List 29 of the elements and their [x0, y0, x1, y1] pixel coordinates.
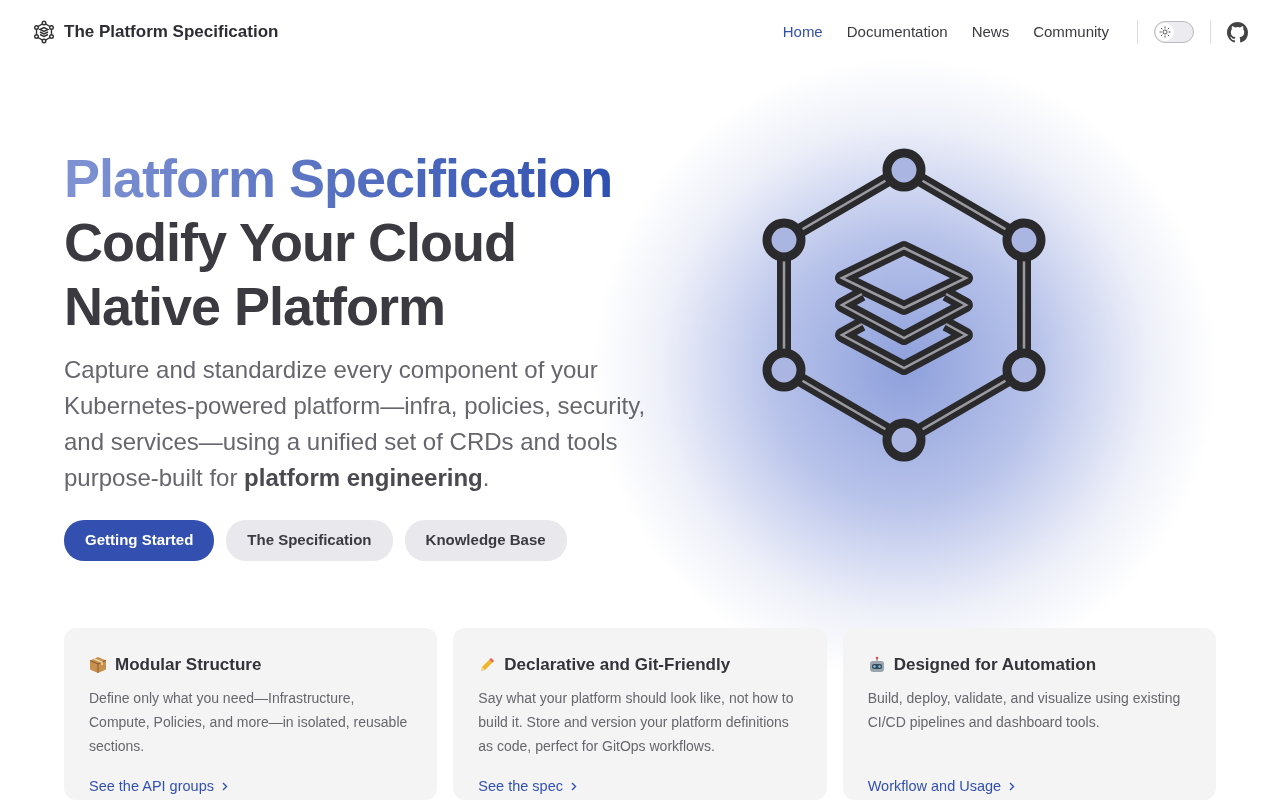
hero-description: Capture and standardize every component of your Kubernetes-powered platform—infra, policies, security, and services—using a unified set of CRDs and tools purpose-built for platform engineering. — [64, 355, 647, 493]
card-text: Define only what you need—Infrastructure, Compute, Policies, and more—in isolated, reusable sections. — [89, 688, 409, 756]
secondary-button[interactable]: Knowledge Base — [404, 520, 567, 561]
nav-link[interactable]: News — [959, 20, 1022, 44]
nav-link[interactable]: Documentation — [834, 20, 960, 44]
sun-icon — [1159, 26, 1171, 38]
card-title: Declarative and Git-Friendly — [504, 654, 731, 676]
card-link[interactable]: Workflow and Usage — [867, 778, 1002, 794]
chevron-icon — [1009, 782, 1016, 791]
theme-toggle[interactable] — [1154, 21, 1194, 43]
chevron-icon — [221, 782, 228, 791]
box-icon — [89, 655, 107, 674]
chevron-icon — [571, 782, 577, 791]
hero-title: Codify Your Cloud Native Platform — [64, 211, 517, 338]
card-text: Build, deploy, validate, and visualize using existing CI/CD pipelines and dashboard tools. — [867, 688, 1182, 732]
nav-link[interactable]: Home — [770, 20, 835, 44]
pencil-icon — [478, 655, 497, 674]
card-link[interactable]: See the API groups — [89, 778, 214, 794]
cat-icon[interactable] — [1227, 21, 1248, 43]
card-link[interactable]: See the spec — [478, 778, 563, 794]
card-text: Say what your platform should look like, not how to build it. Store and version your platform definitions as code, perfect for GitOps workflows. — [478, 688, 795, 756]
card-title: Modular Structure — [115, 654, 262, 676]
primary-button[interactable]: Getting Started — [64, 520, 215, 561]
card-title: Designed for Automation — [893, 654, 1097, 676]
nav-link[interactable]: Community — [1021, 20, 1121, 44]
logo-icon — [32, 20, 56, 44]
site-title[interactable]: The Platform Specification — [64, 19, 279, 45]
robot-icon — [867, 655, 886, 674]
secondary-button[interactable]: The Specification — [226, 520, 393, 561]
